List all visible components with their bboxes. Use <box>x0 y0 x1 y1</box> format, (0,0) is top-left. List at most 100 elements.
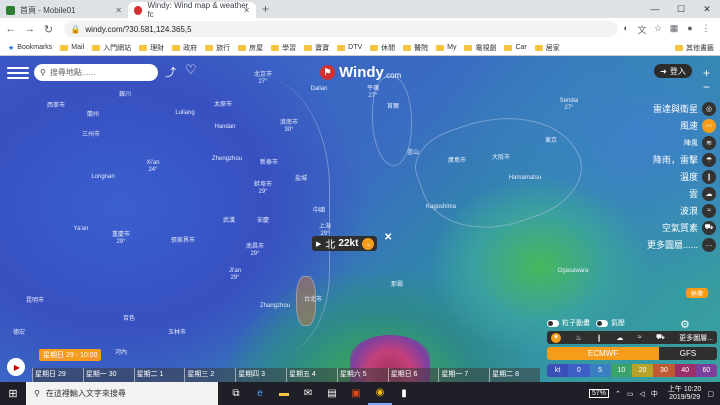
city-label[interactable]: 三州市 <box>74 132 108 139</box>
bookmark-folder[interactable]: 政府 <box>172 43 197 53</box>
city-label[interactable]: Zhangzhou <box>258 303 292 310</box>
city-label[interactable]: 銀川 <box>108 92 142 99</box>
windy-logo[interactable]: ⚑ Windy .com <box>320 64 401 81</box>
layer-item[interactable]: 波浪 ≈ <box>626 202 716 219</box>
city-label[interactable]: 百色 <box>112 316 146 323</box>
city-label[interactable]: 廣島市 <box>440 158 474 165</box>
waves-icon[interactable]: ≈ <box>638 334 642 341</box>
city-label[interactable]: Hamamatsu <box>508 175 542 182</box>
main-menu-icon[interactable] <box>7 64 29 80</box>
timeline-day[interactable]: 星期四 3 <box>235 368 286 382</box>
city-label[interactable]: Handan <box>208 124 242 131</box>
close-marker-icon[interactable]: ✕ <box>384 232 392 243</box>
temperature-label[interactable]: 熱帶 <box>686 288 708 298</box>
city-label[interactable]: Ya'an <box>64 226 98 233</box>
wind-layer-icon[interactable]: ♥ <box>551 332 561 343</box>
timeline-day[interactable]: 星期六 5 <box>336 368 388 382</box>
edge-icon[interactable]: e <box>248 382 272 405</box>
tab-mobile01[interactable]: 首頁 - Mobile01 ✕ <box>0 2 128 18</box>
city-label[interactable]: Ji'an 29° <box>218 268 252 282</box>
bookmark-folder[interactable]: 入門網站 <box>92 43 131 53</box>
favorites-heart-icon[interactable]: ♡ <box>185 62 197 78</box>
bookmark-folder[interactable]: DTV <box>337 44 362 51</box>
cloud-icon[interactable]: ☁ <box>616 334 623 342</box>
bookmark-star-icon[interactable]: ☆ <box>650 23 666 36</box>
battery-indicator[interactable]: 57% <box>589 389 610 398</box>
city-label[interactable]: 東京 <box>534 138 568 145</box>
city-label[interactable]: Dalian <box>302 86 336 93</box>
chevron-down-icon[interactable]: ⌄ <box>362 237 375 250</box>
notification-icon[interactable]: ▢ <box>707 390 714 398</box>
city-label[interactable]: 太原市 <box>206 102 240 109</box>
city-label[interactable]: 蚌埠市 29° <box>246 182 280 196</box>
timeline-day[interactable]: 星期五 4 <box>285 368 337 382</box>
timeline-day[interactable]: 星期一 30 <box>82 368 134 382</box>
share-icon[interactable]: ⤴ <box>165 64 176 80</box>
drop-icon[interactable]: ♨ <box>575 334 581 342</box>
city-label[interactable]: Luliang <box>168 110 202 117</box>
search-input[interactable]: ⚲ 搜尋地點...... <box>34 64 158 81</box>
layer-item[interactable]: 雷達與衛星 ◎ <box>626 100 716 117</box>
reload-icon[interactable]: ↻ <box>41 23 57 36</box>
wind-marker-popup[interactable]: ▶ 北 22kt ⌄ <box>312 236 378 251</box>
current-time-pill[interactable]: 星期日 29 - 10:00 <box>39 349 102 361</box>
maximize-icon[interactable]: ☐ <box>668 0 694 18</box>
file-explorer-icon[interactable]: ▬ <box>272 382 296 405</box>
city-label[interactable]: 重慶市 29° <box>104 232 138 246</box>
city-label[interactable]: 武漢 <box>212 218 246 225</box>
bookmark-apps[interactable]: ★ Bookmarks <box>8 44 52 52</box>
zoom-out-button[interactable]: − <box>703 80 710 94</box>
windows-start-icon[interactable]: ⊞ <box>0 387 26 400</box>
city-label[interactable]: Sendai 27° <box>552 98 586 112</box>
bookmark-folder[interactable]: 旅行 <box>205 43 230 53</box>
timeline-day[interactable]: 星期日 6 <box>387 368 439 382</box>
city-label[interactable]: 南昌市 29° <box>238 244 272 258</box>
settings-gear-icon[interactable]: ⚙ <box>680 318 690 331</box>
office-icon[interactable]: ▣ <box>344 382 368 405</box>
bookmark-folder[interactable]: 電視劇 <box>464 43 496 53</box>
timeline-day[interactable]: 星期日 29 <box>32 368 83 382</box>
new-tab-button[interactable]: + <box>262 2 269 16</box>
play-button[interactable]: ▶ <box>7 358 25 376</box>
login-button[interactable]: ➜ 登入 <box>654 64 692 78</box>
city-label[interactable]: 蘭州 <box>76 112 110 119</box>
bookmark-folder[interactable]: 居家 <box>534 43 560 53</box>
particles-toggle[interactable] <box>547 319 559 327</box>
extension-icon[interactable]: ◐ <box>618 23 634 36</box>
taskbar-search-input[interactable]: ⚲ 在這裡輸入文字來搜尋 <box>26 382 218 405</box>
timeline-day[interactable]: 星期二 1 <box>133 368 185 382</box>
tray-up-icon[interactable]: ⌃ <box>615 390 621 398</box>
clock[interactable]: 上午 10:20 2019/9/29 <box>668 386 701 402</box>
city-label[interactable]: 德宏 <box>2 330 36 337</box>
pressure-toggle[interactable] <box>596 319 608 327</box>
city-label[interactable]: 平壤 27° <box>356 86 390 100</box>
timeline[interactable]: 星期日 29 星期一 30 星期二 1 星期三 2 星期四 3 星期五 4 星期六 5 星期日… <box>32 368 540 382</box>
car-icon[interactable]: ⛟ <box>656 333 665 342</box>
bookmark-folder[interactable]: 醫院 <box>403 43 428 53</box>
city-label[interactable]: 濟南市 30° <box>272 120 306 134</box>
forward-icon[interactable]: → <box>22 23 38 35</box>
tab-windy[interactable]: Windy: Wind map & weather fc ✕ <box>128 1 256 19</box>
layer-item[interactable]: 更多圖層......… <box>626 236 716 253</box>
layer-item[interactable]: 空氣質素 ⛟ <box>626 219 716 236</box>
layer-item[interactable]: 陣風 ≋ <box>626 134 716 151</box>
bookmark-folder[interactable]: 學習 <box>271 43 296 53</box>
city-label[interactable]: 張家界市 <box>166 238 200 245</box>
city-label[interactable]: Kagoshima <box>424 204 458 211</box>
city-label[interactable]: 盐城 <box>284 176 318 183</box>
city-label[interactable]: 首爾 <box>376 104 410 111</box>
bookmark-folder[interactable]: 寶寶 <box>304 43 329 53</box>
city-label[interactable]: 釜山 <box>396 150 430 157</box>
city-label[interactable]: 玉林市 <box>160 330 194 337</box>
close-window-icon[interactable]: ✕ <box>694 0 720 18</box>
city-label[interactable]: Xi'an 24° <box>136 160 170 174</box>
translate-icon[interactable]: 文 <box>634 23 650 36</box>
profile-icon[interactable]: ● <box>682 23 698 36</box>
city-label[interactable]: 西寧市 <box>39 103 73 110</box>
layer-item[interactable]: 溫度 ❙ <box>626 168 716 185</box>
timeline-day[interactable]: 星期三 2 <box>184 368 235 382</box>
bookmark-folder[interactable]: 理財 <box>139 43 164 53</box>
bookmark-folder[interactable]: 房屋 <box>238 43 263 53</box>
model-ecmwf[interactable]: ECMWF <box>547 347 659 360</box>
model-gfs[interactable]: GFS <box>659 347 717 360</box>
